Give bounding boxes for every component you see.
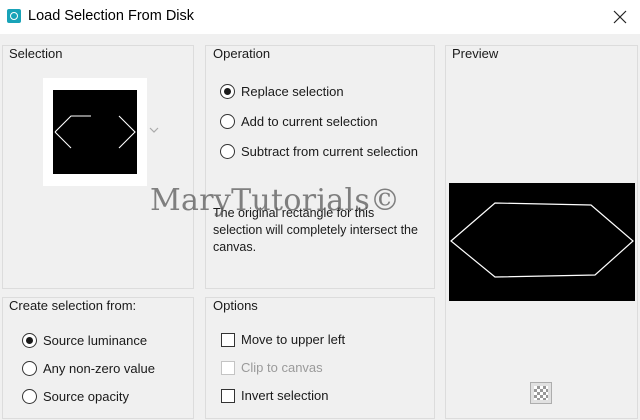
source-opacity-label: Source opacity (43, 389, 129, 404)
subtract-from-selection-radio[interactable]: Subtract from current selection (220, 144, 418, 159)
source-opacity-radio[interactable]: Source opacity (22, 389, 129, 404)
checkbox (221, 360, 235, 375)
radio-button[interactable] (22, 361, 37, 376)
preview-canvas (449, 183, 635, 301)
replace-selection-radio[interactable]: Replace selection (220, 84, 344, 99)
app-selection-icon (7, 9, 21, 23)
selection-group-label: Selection (9, 46, 63, 61)
options-group-label: Options (213, 298, 258, 313)
title-bar: Load Selection From Disk (0, 0, 640, 34)
clip-to-canvas-label: Clip to canvas (241, 360, 323, 375)
replace-selection-label: Replace selection (241, 84, 344, 99)
radio-button[interactable] (22, 333, 37, 348)
any-non-zero-label: Any non-zero value (43, 361, 156, 376)
checkbox[interactable] (221, 388, 235, 403)
source-luminance-label: Source luminance (43, 333, 148, 348)
chevron-down-icon[interactable] (149, 126, 159, 134)
invert-selection-label: Invert selection (241, 388, 329, 403)
watermark: MaryTutorials© (150, 183, 401, 218)
add-to-selection-label: Add to current selection (241, 114, 378, 129)
any-non-zero-radio[interactable]: Any non-zero value (22, 361, 155, 376)
operation-group-label: Operation (213, 46, 271, 61)
radio-button[interactable] (220, 114, 235, 129)
add-to-selection-radio[interactable]: Add to current selection (220, 114, 378, 129)
preview-group-label: Preview (452, 46, 499, 61)
close-icon (613, 10, 627, 24)
source-luminance-radio[interactable]: Source luminance (22, 333, 147, 348)
window-title: Load Selection From Disk (28, 8, 195, 24)
radio-button[interactable] (220, 144, 235, 159)
create-selection-group-label: Create selection from: (9, 298, 137, 313)
selection-thumbnail (53, 90, 137, 174)
selection-thumbnail-dropdown[interactable] (43, 78, 147, 186)
move-to-upper-left-label: Move to upper left (241, 332, 346, 347)
background-toggle-button[interactable] (530, 382, 552, 404)
invert-selection-checkbox[interactable]: Invert selection (221, 388, 328, 403)
radio-button[interactable] (220, 84, 235, 99)
close-button[interactable] (606, 4, 634, 30)
clip-to-canvas-checkbox: Clip to canvas (221, 360, 323, 375)
radio-button[interactable] (22, 389, 37, 404)
selection-shape-outline (54, 115, 136, 149)
move-to-upper-left-checkbox[interactable]: Move to upper left (221, 332, 345, 347)
checkerboard-icon (534, 386, 548, 400)
subtract-from-selection-label: Subtract from current selection (241, 144, 419, 159)
checkbox[interactable] (221, 332, 235, 347)
preview-selection-outline (450, 202, 634, 278)
